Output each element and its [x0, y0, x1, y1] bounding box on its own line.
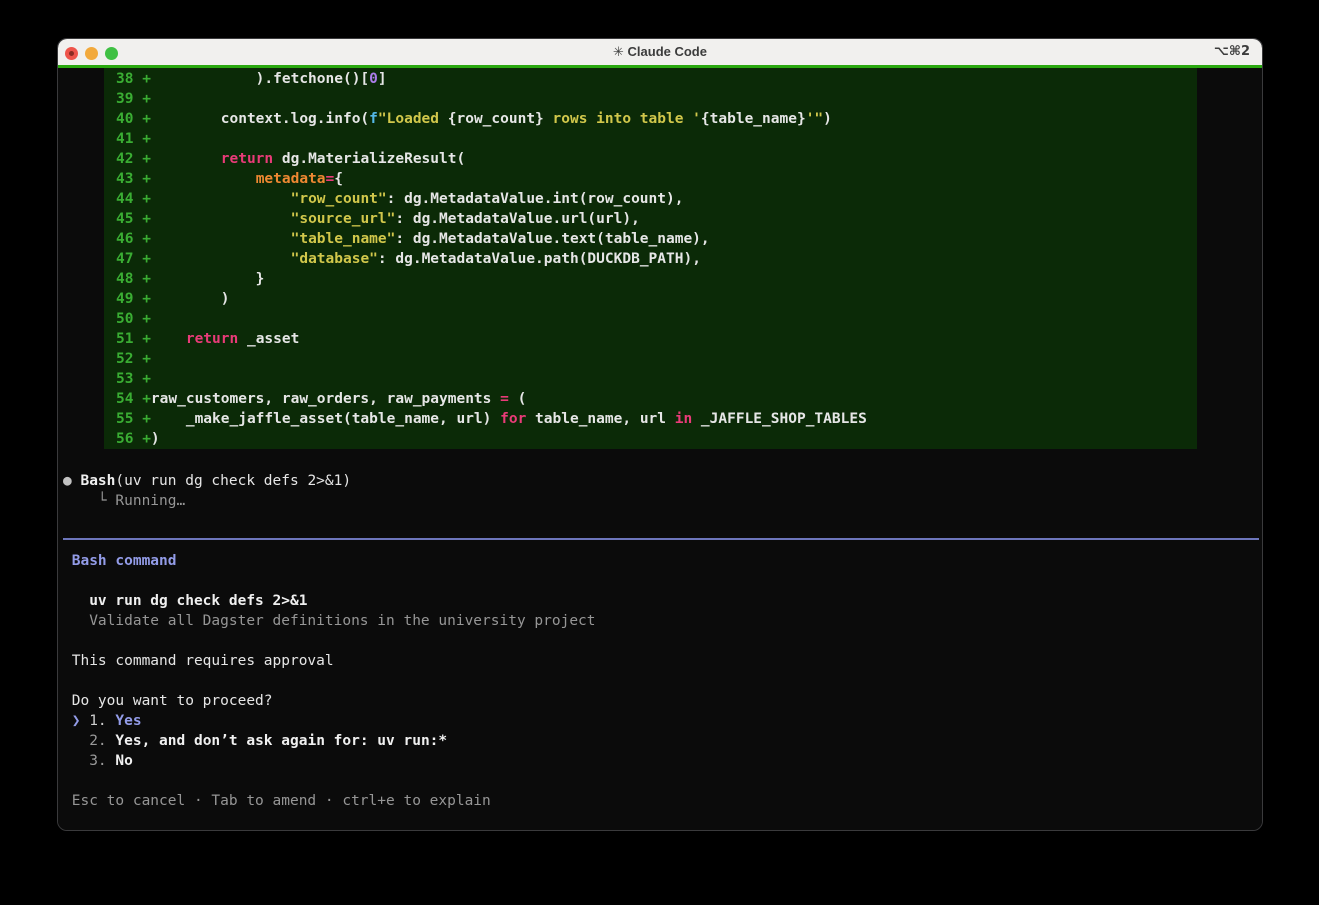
- terminal-line: [63, 671, 596, 691]
- dialog-option-no[interactable]: 3. No: [63, 751, 596, 771]
- permission-dialog: Bash command uv run dg check defs 2>&1 V…: [63, 551, 596, 811]
- diff-line: 41 +: [116, 129, 1197, 149]
- diff-line: 45 + "source_url": dg.MetadataValue.url(…: [116, 209, 1197, 229]
- tool-status-line: └ Running…: [63, 491, 351, 511]
- diff-line: 48 + }: [116, 269, 1197, 289]
- diff-line: 46 + "table_name": dg.MetadataValue.text…: [116, 229, 1197, 249]
- window-shortcut-badge: ⌥⌘2: [1214, 39, 1250, 65]
- dialog-option-yes-dont-ask[interactable]: 2. Yes, and don’t ask again for: uv run:…: [63, 731, 596, 751]
- window-titlebar[interactable]: ✳ Claude Code ⌥⌘2: [58, 39, 1262, 65]
- diff-block: 38 + ).fetchone()[0]39 +40 + context.log…: [104, 68, 1197, 449]
- hint-line: Esc to cancel · Tab to amend · ctrl+e to…: [63, 791, 596, 811]
- tool-call-line: ● Bash(uv run dg check defs 2>&1): [63, 471, 351, 491]
- diff-line: 40 + context.log.info(f"Loaded {row_coun…: [116, 109, 1197, 129]
- diff-line: 44 + "row_count": dg.MetadataValue.int(r…: [116, 189, 1197, 209]
- section-divider: [63, 538, 1259, 540]
- diff-line: 47 + "database": dg.MetadataValue.path(D…: [116, 249, 1197, 269]
- diff-line: 51 + return _asset: [116, 329, 1197, 349]
- diff-line: 56 +): [116, 429, 1197, 449]
- tool-status-block: ● Bash(uv run dg check defs 2>&1) └ Runn…: [63, 471, 351, 511]
- window-title: ✳ Claude Code: [58, 39, 1262, 65]
- terminal-line: [63, 771, 596, 791]
- command-line: uv run dg check defs 2>&1: [63, 591, 596, 611]
- approval-notice-line: This command requires approval: [63, 651, 596, 671]
- proceed-question-line: Do you want to proceed?: [63, 691, 596, 711]
- macos-window: ✳ Claude Code ⌥⌘2 38 + ).fetchone()[0]39…: [57, 38, 1263, 831]
- diff-line: 50 +: [116, 309, 1197, 329]
- dialog-title-line: Bash command: [63, 551, 596, 571]
- terminal-line: [63, 571, 596, 591]
- diff-line: 43 + metadata={: [116, 169, 1197, 189]
- terminal-content[interactable]: 38 + ).fetchone()[0]39 +40 + context.log…: [58, 65, 1262, 830]
- dialog-option-yes[interactable]: ❯ 1. Yes: [63, 711, 596, 731]
- terminal-line: [63, 631, 596, 651]
- diff-line: 54 +raw_customers, raw_orders, raw_payme…: [116, 389, 1197, 409]
- diff-line: 39 +: [116, 89, 1197, 109]
- diff-line: 42 + return dg.MaterializeResult(: [116, 149, 1197, 169]
- diff-line: 52 +: [116, 349, 1197, 369]
- diff-line: 38 + ).fetchone()[0]: [116, 69, 1197, 89]
- diff-line: 49 + ): [116, 289, 1197, 309]
- diff-line: 53 +: [116, 369, 1197, 389]
- diff-line: 55 + _make_jaffle_asset(table_name, url)…: [116, 409, 1197, 429]
- command-description-line: Validate all Dagster definitions in the …: [63, 611, 596, 631]
